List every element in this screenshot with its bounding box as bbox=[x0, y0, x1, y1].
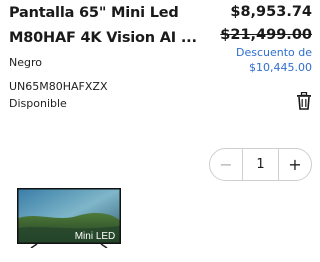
product-image[interactable]: Mini LED bbox=[17, 188, 121, 249]
product-sku: UN65M80HAFXZX bbox=[9, 80, 108, 93]
availability-status: Disponible bbox=[9, 97, 67, 110]
trash-icon[interactable] bbox=[296, 91, 312, 110]
quantity-value[interactable]: 1 bbox=[243, 157, 278, 172]
decrease-quantity-button[interactable]: − bbox=[210, 149, 243, 180]
product-color: Negro bbox=[9, 56, 42, 69]
quantity-stepper: − 1 + bbox=[209, 148, 312, 181]
original-price: $21,499.00 bbox=[220, 27, 312, 43]
increase-quantity-button[interactable]: + bbox=[278, 149, 311, 180]
image-label: Mini LED bbox=[75, 231, 116, 242]
product-title[interactable]: Pantalla 65" Mini Led M80HAF 4K Vision A… bbox=[9, 1, 209, 51]
current-price: $8,953.74 bbox=[230, 4, 312, 20]
discount-value: $10,445.00 bbox=[249, 61, 312, 74]
discount-label: Descuento de bbox=[235, 46, 312, 59]
